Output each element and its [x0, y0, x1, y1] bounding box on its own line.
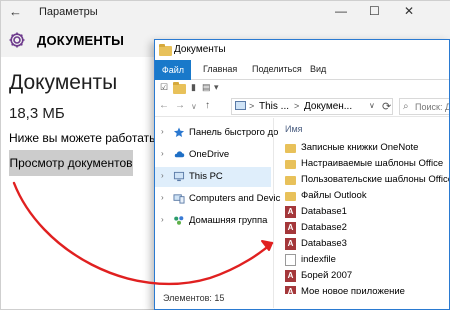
- search-placeholder: Поиск: Д: [415, 102, 450, 112]
- back-arrow-icon[interactable]: ←: [159, 100, 169, 111]
- ribbon-tabs: Файл Главная Поделиться Вид: [155, 60, 449, 80]
- gear-icon: [9, 32, 25, 48]
- maximize-icon[interactable]: ☐: [369, 4, 380, 18]
- folder-icon: [285, 176, 296, 185]
- navigation-pane: › Панель быстрого до › OneDrive › This P…: [155, 118, 280, 288]
- navigation-bar: ← → ∨ ↑ > This ... > Докумен... ∨ ⟳ ⌕ По…: [155, 97, 450, 117]
- star-icon: [173, 127, 185, 137]
- quick-access-toolbar: ☑ ▮ ▤ ▾: [155, 80, 449, 96]
- folder-icon: [285, 192, 296, 201]
- tree-label: Домашняя группа: [189, 215, 268, 226]
- list-item[interactable]: A Database2: [277, 220, 449, 236]
- settings-titlebar: ← Параметры — ☐ ✕: [1, 1, 450, 23]
- pane-divider[interactable]: [273, 118, 274, 308]
- list-item[interactable]: A Мое новое приложение: [277, 284, 449, 294]
- tab-home[interactable]: Главная: [203, 64, 237, 74]
- tree-item-quick-access[interactable]: › Панель быстрого до: [155, 123, 278, 143]
- search-icon: ⌕: [403, 101, 409, 112]
- column-header-name[interactable]: Имя: [285, 124, 303, 134]
- expand-arrow-icon[interactable]: ›: [161, 127, 164, 136]
- tab-view[interactable]: Вид: [310, 64, 326, 74]
- tree-item-this-pc[interactable]: › This PC: [155, 167, 271, 187]
- file-list: Имя Записные книжки OneNote Настраиваемы…: [277, 124, 450, 294]
- expand-arrow-icon[interactable]: ›: [161, 171, 164, 180]
- expand-arrow-icon[interactable]: ›: [161, 215, 164, 224]
- list-item[interactable]: Записные книжки OneNote: [277, 140, 449, 156]
- file-name: Мое новое приложение: [301, 286, 405, 294]
- access-database-icon: A: [285, 222, 296, 234]
- expand-arrow-icon[interactable]: ›: [161, 193, 164, 202]
- settings-window-title: Параметры: [39, 6, 98, 18]
- address-bar[interactable]: > This ... > Докумен... ∨ ⟳: [231, 98, 393, 115]
- access-database-icon: A: [285, 286, 296, 294]
- page-title: Документы: [9, 71, 118, 94]
- file-name: Database2: [301, 222, 347, 233]
- refresh-icon[interactable]: ⟳: [382, 100, 391, 113]
- tab-file[interactable]: Файл: [155, 60, 191, 80]
- file-name: Пользовательские шаблоны Office: [301, 174, 450, 185]
- tree-label: Панель быстрого до: [189, 127, 279, 138]
- crumb-separator: >: [294, 101, 300, 111]
- file-name: Настраиваемые шаблоны Office: [301, 158, 444, 169]
- access-database-icon: A: [285, 206, 296, 218]
- breadcrumb-documents[interactable]: Докумен...: [304, 101, 352, 112]
- crumb-separator: >: [249, 101, 255, 111]
- access-database-icon: A: [285, 270, 296, 282]
- status-bar: Элементов: 15: [163, 293, 225, 303]
- search-input[interactable]: ⌕ Поиск: Д: [399, 98, 450, 115]
- qat-dropdown-icon[interactable]: ▾: [214, 82, 219, 93]
- breadcrumb-this-pc[interactable]: This ...: [259, 101, 289, 112]
- explorer-window: Документы Файл Главная Поделиться Вид ☑ …: [154, 39, 450, 310]
- forward-arrow-icon[interactable]: →: [175, 100, 185, 111]
- up-arrow-icon[interactable]: ↑: [205, 100, 210, 111]
- storage-size: 18,3 МБ: [9, 105, 65, 122]
- tree-label: OneDrive: [189, 149, 230, 160]
- list-item[interactable]: Пользовательские шаблоны Office: [277, 172, 450, 188]
- expand-arrow-icon[interactable]: ›: [161, 149, 164, 158]
- list-item[interactable]: Настраиваемые шаблоны Office: [277, 156, 449, 172]
- folder-icon: [159, 44, 172, 56]
- file-name: Записные книжки OneNote: [301, 142, 419, 153]
- list-item[interactable]: indexfile: [277, 252, 449, 268]
- cloud-icon: [174, 151, 185, 158]
- list-item[interactable]: A Database3: [277, 236, 449, 252]
- folder-icon: [285, 160, 296, 169]
- tree-item-homegroup[interactable]: › Домашняя группа: [155, 211, 271, 231]
- tree-label: Computers and Devic: [189, 193, 281, 204]
- file-name: Файлы Outlook: [301, 190, 367, 201]
- description-text: Ниже вы можете работать с д: [9, 131, 176, 145]
- file-name: Database1: [301, 206, 347, 217]
- recent-dropdown-icon[interactable]: ∨: [191, 102, 197, 111]
- tree-label: This PC: [189, 171, 223, 182]
- check-icon[interactable]: ☑: [160, 82, 168, 93]
- back-icon[interactable]: ←: [9, 4, 22, 19]
- list-item[interactable]: A Борей 2007: [277, 268, 449, 284]
- pin-icon[interactable]: ▮: [191, 82, 196, 93]
- section-title: ДОКУМЕНТЫ: [37, 33, 125, 48]
- file-name: Борей 2007: [301, 270, 353, 281]
- view-documents-button[interactable]: Просмотр документов: [9, 150, 133, 176]
- homegroup-icon: [174, 216, 184, 225]
- explorer-title: Документы: [174, 44, 226, 55]
- file-name: Database3: [301, 238, 347, 249]
- tab-share[interactable]: Поделиться: [252, 64, 302, 74]
- devices-icon: [173, 194, 185, 204]
- file-icon: [285, 254, 296, 266]
- access-database-icon: A: [285, 238, 296, 250]
- properties-icon[interactable]: ▤: [202, 82, 211, 93]
- explorer-titlebar: Документы: [155, 40, 449, 60]
- list-item[interactable]: Файлы Outlook: [277, 188, 449, 204]
- close-icon[interactable]: ✕: [404, 4, 414, 18]
- pc-icon: [173, 171, 185, 182]
- tree-item-devices[interactable]: › Computers and Devic: [155, 189, 280, 209]
- address-dropdown-icon[interactable]: ∨: [369, 101, 375, 110]
- tree-item-onedrive[interactable]: › OneDrive: [155, 145, 271, 165]
- pc-icon: [235, 101, 246, 110]
- minimize-icon[interactable]: —: [335, 4, 347, 18]
- folder-icon: [285, 144, 296, 153]
- list-item[interactable]: A Database1: [277, 204, 449, 220]
- file-name: indexfile: [301, 254, 336, 265]
- new-folder-icon[interactable]: [173, 82, 186, 94]
